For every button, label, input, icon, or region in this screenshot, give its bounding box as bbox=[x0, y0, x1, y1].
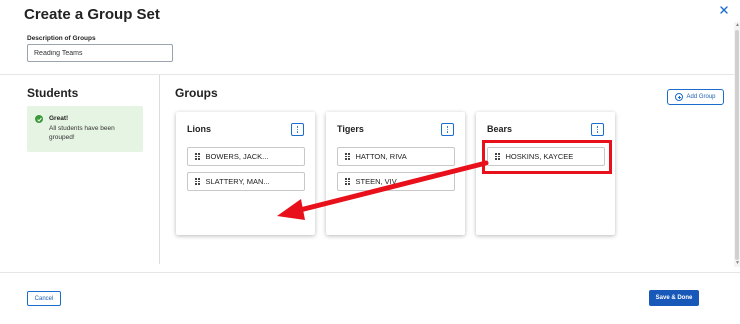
save-done-button[interactable]: Save & Done bbox=[649, 290, 699, 306]
annotation-arrow bbox=[277, 160, 489, 220]
cancel-button[interactable]: Cancel bbox=[27, 291, 61, 306]
